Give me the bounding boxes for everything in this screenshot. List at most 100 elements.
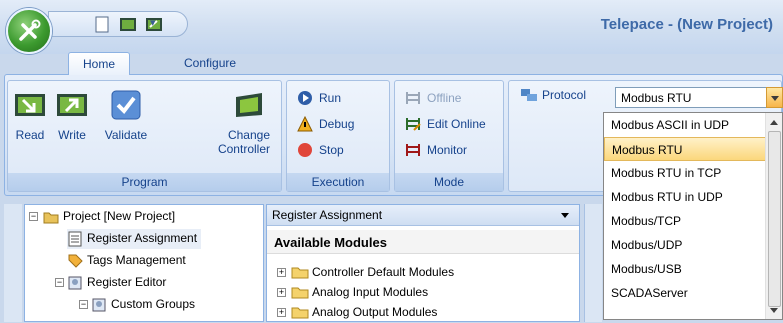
title-bar: ▾ Telepace - (New Project): [0, 0, 783, 54]
network-icon: [521, 89, 537, 101]
expand-icon[interactable]: +: [277, 288, 286, 297]
folder-icon: [291, 267, 309, 279]
custom-groups-icon: [92, 298, 106, 312]
read-icon: [15, 94, 45, 116]
ribbon-tabs: Home Configure: [0, 52, 783, 75]
protocol-option[interactable]: Modbus ASCII in UDP: [604, 113, 782, 137]
protocol-option[interactable]: Modbus/UDP: [604, 233, 782, 257]
chevron-down-icon[interactable]: [561, 213, 569, 218]
protocol-option-selected[interactable]: Modbus RTU: [604, 137, 782, 161]
protocol-option[interactable]: SCADAServer: [604, 281, 782, 305]
tree-label: Register Editor: [87, 275, 167, 289]
tag-icon: [68, 254, 83, 268]
protocol-selected-value: Modbus RTU: [621, 91, 692, 105]
protocol-label: Protocol: [520, 88, 586, 102]
protocol-option[interactable]: Modbus RTU in UDP: [604, 185, 782, 209]
controller-icon: [236, 93, 262, 117]
scroll-up-icon[interactable]: [770, 120, 778, 125]
new-file-icon[interactable]: [93, 16, 111, 33]
collapse-icon[interactable]: −: [55, 278, 64, 287]
protocol-option[interactable]: Modbus RTU in TCP: [604, 161, 782, 185]
module-label: Controller Default Modules: [312, 265, 455, 279]
write-icon: [57, 94, 87, 116]
validate-button[interactable]: Validate: [100, 89, 152, 142]
collapse-icon[interactable]: −: [29, 212, 38, 221]
tree-item-custom-groups[interactable]: Custom Groups: [91, 295, 195, 315]
scrollbar-thumb[interactable]: [768, 131, 781, 307]
tree-label: Register Assignment: [87, 231, 198, 245]
collapse-icon[interactable]: −: [79, 300, 88, 309]
warning-icon: [297, 116, 313, 132]
tree-item-tags-management[interactable]: Tags Management: [67, 251, 186, 271]
expand-icon[interactable]: +: [277, 268, 286, 277]
offline-label: Offline: [427, 91, 462, 105]
protocol-text: Protocol: [542, 88, 587, 102]
read-label: Read: [15, 128, 45, 142]
offline-button[interactable]: Offline: [405, 89, 461, 109]
protocol-option[interactable]: Modbus/USB: [604, 257, 782, 281]
change-controller-button[interactable]: Change Controller: [204, 89, 270, 156]
read-icon[interactable]: [119, 16, 137, 33]
debug-label: Debug: [319, 117, 355, 131]
mode-group: Offline Edit Online Monitor Mode: [394, 80, 504, 192]
folder-icon: [291, 287, 309, 299]
checkmark-icon: [111, 90, 141, 120]
protocol-option[interactable]: Modbus/TCP: [604, 209, 782, 233]
tree-label: Project [New Project]: [63, 209, 176, 223]
program-group: Read Write Validate Change Controller Pr…: [7, 80, 282, 192]
protocol-dropdown-list: Modbus ASCII in UDP Modbus RTU Modbus RT…: [603, 112, 783, 320]
validate-label: Validate: [104, 128, 148, 142]
right-dock-strip: [584, 204, 602, 322]
execution-group: Run Debug Stop Execution: [286, 80, 390, 192]
scroll-down-icon[interactable]: [770, 308, 778, 313]
program-group-label: Program: [8, 173, 281, 191]
write-label: Write: [58, 128, 86, 142]
monitor-label: Monitor: [427, 143, 468, 157]
monitor-button[interactable]: Monitor: [405, 141, 467, 161]
register-editor-icon: [68, 276, 82, 290]
project-folder-icon: [43, 212, 59, 224]
debug-button[interactable]: Debug: [297, 115, 354, 135]
tab-configure[interactable]: Configure: [170, 52, 250, 75]
edit-online-button[interactable]: Edit Online: [405, 115, 486, 135]
monitor-icon: [406, 144, 420, 156]
module-label: Analog Output Modules: [312, 305, 438, 319]
register-assignment-panel: Register Assignment Available Modules + …: [266, 204, 580, 322]
dropdown-scrollbar[interactable]: [765, 113, 782, 319]
list-icon: [68, 231, 82, 247]
panel-title: Register Assignment: [272, 208, 383, 222]
module-item[interactable]: + Analog Output Modules: [277, 303, 437, 323]
left-dock-strip: [4, 204, 22, 322]
available-modules-heading: Available Modules: [267, 230, 579, 254]
expand-icon[interactable]: +: [277, 308, 286, 317]
quick-access-toolbar: [48, 11, 188, 37]
execution-group-label: Execution: [287, 173, 389, 191]
stop-label: Stop: [319, 143, 344, 157]
controller-label: Controller: [217, 142, 270, 156]
tree-item-register-editor[interactable]: Register Editor: [67, 273, 166, 293]
write-button[interactable]: Write: [54, 89, 90, 142]
change-label: Change: [227, 128, 270, 142]
application-menu-button[interactable]: [6, 8, 52, 54]
folder-icon: [291, 307, 309, 319]
edit-ladder-icon: [406, 118, 421, 131]
read-button[interactable]: Read: [12, 89, 48, 142]
play-icon: [298, 91, 312, 105]
mode-group-label: Mode: [395, 173, 503, 191]
protocol-select[interactable]: Modbus RTU: [615, 87, 783, 108]
panel-header: Register Assignment: [267, 205, 579, 226]
run-label: Run: [319, 91, 342, 105]
project-tree: − Project [New Project] Register Assignm…: [24, 204, 264, 322]
tree-item-register-assignment[interactable]: Register Assignment: [67, 229, 202, 249]
tree-label: Tags Management: [87, 253, 186, 267]
edit-online-label: Edit Online: [427, 117, 486, 131]
module-item[interactable]: + Analog Input Modules: [277, 283, 428, 303]
tree-item-project[interactable]: Project [New Project]: [43, 207, 175, 227]
window-title: Telepace - (New Project): [600, 16, 773, 33]
stop-button[interactable]: Stop: [297, 141, 344, 161]
run-button[interactable]: Run: [297, 89, 341, 109]
tab-home[interactable]: Home: [68, 52, 131, 75]
module-item[interactable]: + Controller Default Modules: [277, 263, 454, 283]
chevron-down-icon[interactable]: [766, 87, 783, 108]
customize-toolbar-icon[interactable]: ▾: [150, 16, 156, 29]
